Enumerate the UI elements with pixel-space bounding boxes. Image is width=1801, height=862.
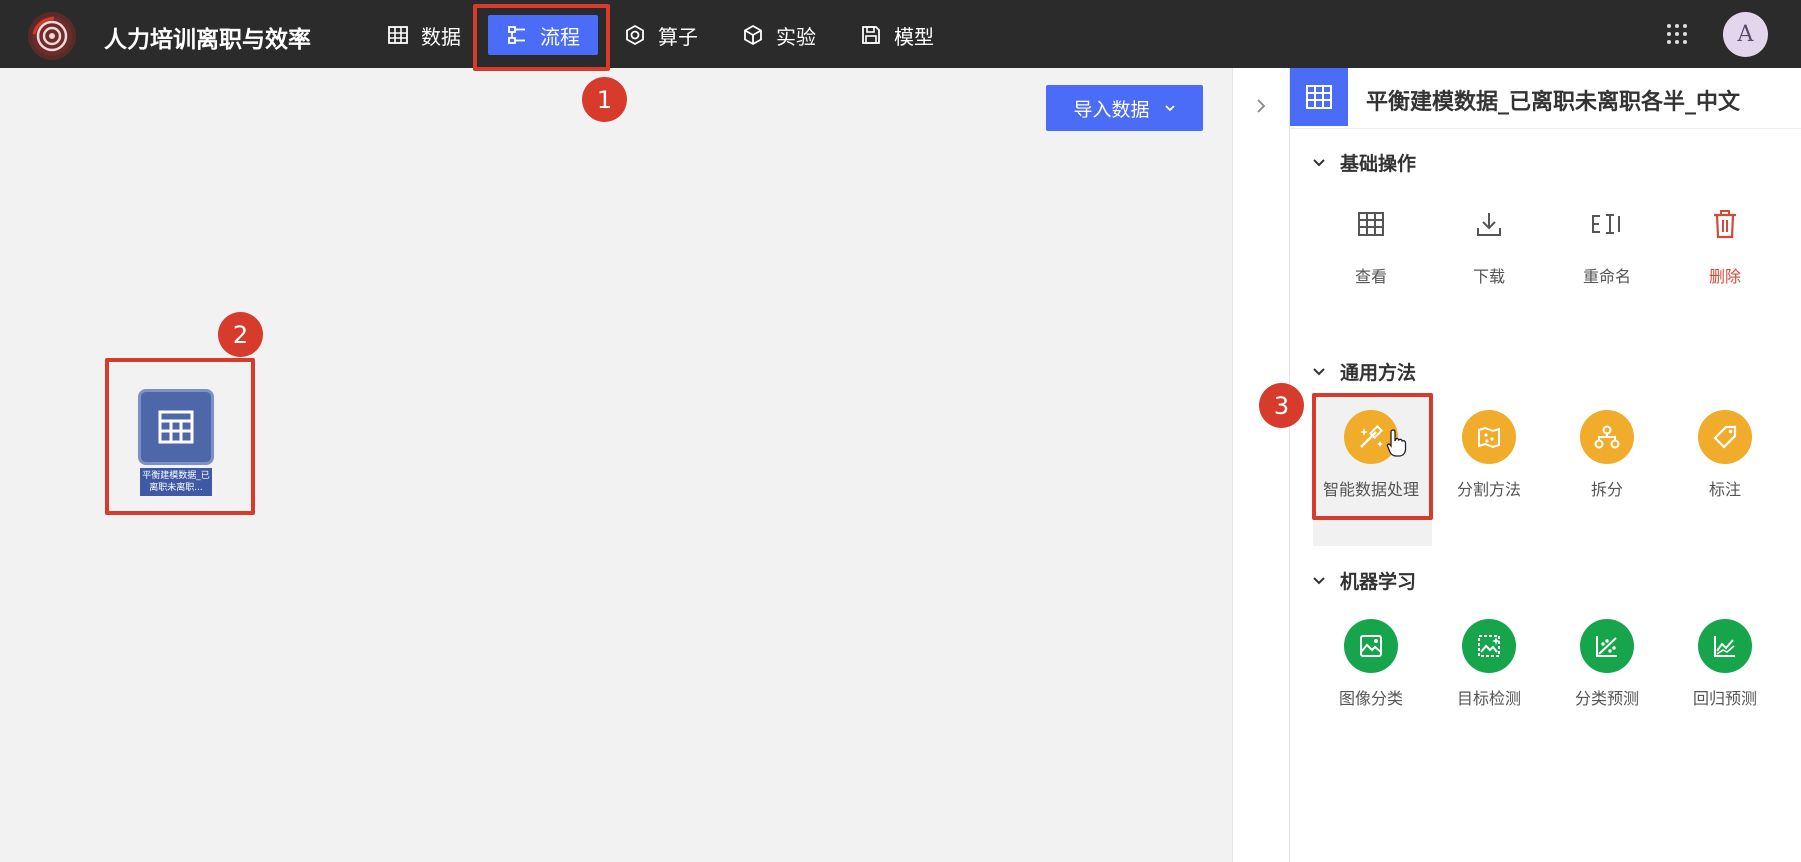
view-tool[interactable]: 查看 [1313, 197, 1429, 287]
chevron-right-icon[interactable] [1254, 97, 1268, 115]
apps-grid-icon[interactable] [1665, 22, 1689, 46]
nav-tab-label: 实验 [776, 24, 816, 49]
table-icon [388, 26, 408, 44]
step2-highlight-box [105, 358, 255, 515]
tool-label: 分割方法 [1456, 480, 1521, 499]
panel-collapse-column [1232, 68, 1290, 862]
step1-badge: 1 [582, 77, 627, 122]
section-title: 基础操作 [1340, 153, 1417, 175]
nav-tab-label: 算子 [658, 24, 698, 49]
split-tool[interactable]: 拆分 [1549, 410, 1665, 500]
chevron-down-icon [1313, 576, 1325, 584]
nav-tab-label: 数据 [421, 24, 461, 49]
table-icon [1358, 212, 1384, 236]
nav-tab-operator[interactable]: 算子 [606, 15, 716, 55]
split-method-tool[interactable]: 分割方法 [1431, 410, 1547, 500]
line-chart-icon [1698, 619, 1752, 673]
top-bar: 人力培训离职与效率 数据 流程 算子 实验 模型 A [0, 0, 1801, 68]
panel-divider [1290, 128, 1801, 129]
image-classify-icon [1344, 619, 1398, 673]
split-method-icon [1462, 410, 1516, 464]
nav-tab-data[interactable]: 数据 [369, 15, 479, 55]
import-data-label: 导入数据 [1073, 98, 1150, 121]
classification-prediction-tool[interactable]: 分类预测 [1549, 619, 1665, 709]
tool-label: 回归预测 [1692, 689, 1757, 708]
cube-icon [744, 24, 762, 46]
import-data-button[interactable]: 导入数据 [1046, 85, 1203, 131]
section-general-methods[interactable]: 通用方法 [1312, 358, 1416, 385]
tool-label: 分类预测 [1574, 689, 1639, 708]
chevron-down-icon [1164, 105, 1175, 112]
chevron-down-icon [1313, 158, 1325, 166]
section-basic-ops[interactable]: 基础操作 [1312, 149, 1416, 176]
tool-label: 重命名 [1582, 267, 1631, 286]
save-icon [862, 26, 880, 44]
annotate-tool[interactable]: 标注 [1667, 410, 1783, 500]
image-classification-tool[interactable]: 图像分类 [1313, 619, 1429, 709]
download-tool[interactable]: 下载 [1431, 197, 1547, 287]
tool-label: 拆分 [1590, 480, 1623, 499]
hierarchy-icon [1580, 410, 1634, 464]
panel-dataset-icon [1290, 68, 1348, 126]
tag-icon [1698, 410, 1752, 464]
section-title: 机器学习 [1340, 571, 1417, 593]
app-logo-icon[interactable] [28, 12, 76, 60]
tool-label: 删除 [1708, 267, 1741, 286]
panel-title: 平衡建模数据_已离职未离职各半_中文 [1366, 90, 1741, 115]
trash-icon [1714, 210, 1736, 239]
rename-tool[interactable]: 重命名 [1549, 197, 1665, 287]
step3-badge: 3 [1259, 383, 1304, 428]
operator-icon [626, 24, 644, 46]
nav-tab-experiment[interactable]: 实验 [724, 15, 834, 55]
tool-label: 查看 [1354, 267, 1387, 286]
nav-tab-label: 模型 [894, 24, 934, 49]
delete-tool[interactable]: 删除 [1667, 197, 1783, 287]
avatar[interactable]: A [1723, 12, 1768, 57]
section-title: 通用方法 [1340, 362, 1417, 384]
tool-label: 目标检测 [1456, 689, 1521, 708]
scatter-predict-icon [1580, 619, 1634, 673]
nav-tab-model[interactable]: 模型 [842, 15, 952, 55]
object-detect-icon [1462, 619, 1516, 673]
step2-badge: 2 [218, 312, 263, 357]
chevron-down-icon [1313, 367, 1325, 375]
tool-label: 下载 [1472, 267, 1505, 286]
section-machine-learning[interactable]: 机器学习 [1312, 567, 1416, 594]
step1-highlight-box [473, 4, 610, 71]
tool-label: 标注 [1708, 480, 1741, 499]
object-detection-tool[interactable]: 目标检测 [1431, 619, 1547, 709]
rename-icon [1592, 214, 1620, 234]
download-icon [1477, 213, 1501, 236]
regression-prediction-tool[interactable]: 回归预测 [1667, 619, 1783, 709]
app-title: 人力培训离职与效率 [104, 27, 311, 53]
table-icon [1306, 85, 1332, 109]
step3-highlight-box [1312, 393, 1433, 520]
tool-label: 图像分类 [1338, 689, 1403, 708]
